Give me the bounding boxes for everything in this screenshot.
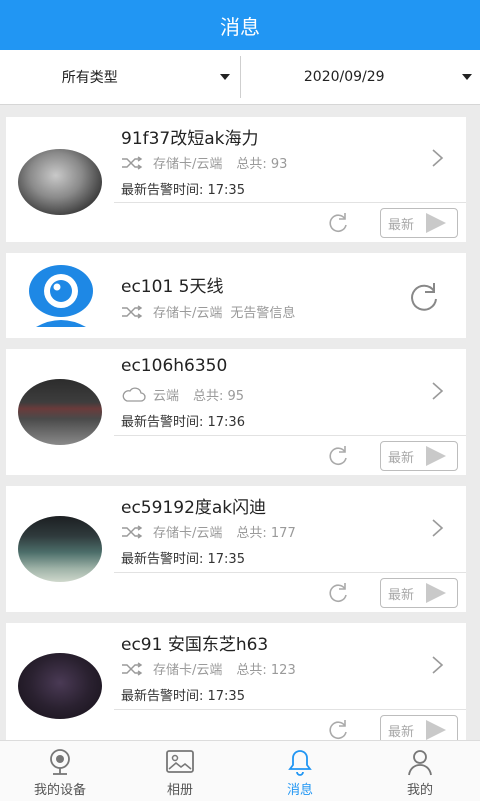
- shuffle-icon: [121, 156, 143, 170]
- device-name: ec59192度ak闪迪: [121, 493, 266, 518]
- no-alarm-label: 无告警信息: [230, 302, 295, 321]
- alarm-count-label: 总共: 177: [236, 522, 295, 541]
- refresh-icon[interactable]: [406, 279, 440, 313]
- latest-alarm-time: 最新告警时间: 17:36: [121, 411, 245, 430]
- tab-album[interactable]: 相册: [120, 741, 240, 801]
- divider: [114, 572, 466, 573]
- device-snapshot-thumbnail: [18, 379, 102, 445]
- device-card[interactable]: ec101 5天线 存储卡/云端 无告警信息: [6, 253, 466, 338]
- play-icon: [426, 720, 446, 740]
- alarm-count-label: 总共: 123: [236, 659, 295, 678]
- device-card[interactable]: 91f37改短ak海力 存储卡/云端 总共: 93 最新告警时间: 17:35 …: [6, 117, 466, 242]
- latest-alarm-time: 最新告警时间: 17:35: [121, 548, 245, 567]
- device-card[interactable]: ec91 安国东芝h63 存储卡/云端 总共: 123 最新告警时间: 17:3…: [6, 623, 466, 740]
- refresh-icon[interactable]: [326, 210, 350, 234]
- device-snapshot-thumbnail: [18, 653, 102, 719]
- bell-icon: [285, 748, 315, 776]
- device-message-list: 91f37改短ak海力 存储卡/云端 总共: 93 最新告警时间: 17:35 …: [0, 105, 480, 740]
- latest-play-button[interactable]: 最新: [380, 208, 458, 238]
- tab-label: 相册: [167, 779, 193, 798]
- tab-label: 我的设备: [34, 779, 86, 798]
- alarm-count-label: 总共: 95: [193, 385, 244, 404]
- app-header: 消息: [0, 0, 480, 50]
- storage-type-label: 存储卡/云端: [153, 153, 222, 172]
- camera-icon: [45, 748, 75, 776]
- device-snapshot-thumbnail: [18, 516, 102, 582]
- date-filter-dropdown[interactable]: 2020/09/29: [241, 50, 480, 104]
- play-icon: [426, 213, 446, 233]
- storage-type-label: 存储卡/云端: [153, 302, 222, 321]
- chevron-right-icon[interactable]: [430, 518, 446, 538]
- alarm-count-label: 总共: 93: [236, 153, 287, 172]
- latest-play-button[interactable]: 最新: [380, 715, 458, 740]
- storage-type-label: 存储卡/云端: [153, 522, 222, 541]
- latest-play-button[interactable]: 最新: [380, 578, 458, 608]
- storage-type-label: 存储卡/云端: [153, 659, 222, 678]
- bottom-tab-bar: 我的设备 相册 消息 我的: [0, 740, 480, 801]
- latest-label: 最新: [388, 721, 414, 740]
- latest-label: 最新: [388, 447, 414, 466]
- latest-play-button[interactable]: 最新: [380, 441, 458, 471]
- chevron-right-icon[interactable]: [430, 655, 446, 675]
- device-card[interactable]: ec59192度ak闪迪 存储卡/云端 总共: 177 最新告警时间: 17:3…: [6, 486, 466, 612]
- refresh-icon[interactable]: [326, 717, 350, 740]
- dropdown-arrow-icon: [462, 74, 472, 80]
- storage-type-label: 云端: [153, 385, 179, 404]
- latest-alarm-time: 最新告警时间: 17:35: [121, 179, 245, 198]
- tab-label: 我的: [407, 779, 433, 798]
- page-title: 消息: [220, 11, 260, 40]
- chevron-right-icon[interactable]: [430, 381, 446, 401]
- device-snapshot-thumbnail: [18, 149, 102, 215]
- device-meta: 云端 总共: 95: [121, 385, 244, 404]
- tab-label: 消息: [287, 779, 313, 798]
- photo-icon: [165, 748, 195, 776]
- camera-logo-icon: [26, 261, 96, 331]
- latest-label: 最新: [388, 214, 414, 233]
- cloud-icon: [121, 387, 147, 403]
- device-meta: 存储卡/云端 总共: 93: [121, 153, 287, 172]
- latest-label: 最新: [388, 584, 414, 603]
- chevron-right-icon[interactable]: [430, 148, 446, 168]
- dropdown-arrow-icon: [220, 74, 230, 80]
- refresh-icon[interactable]: [326, 443, 350, 467]
- type-filter-label: 所有类型: [62, 67, 118, 87]
- device-name: 91f37改短ak海力: [121, 124, 259, 149]
- divider: [114, 709, 466, 710]
- refresh-icon[interactable]: [326, 580, 350, 604]
- play-icon: [426, 446, 446, 466]
- tab-profile[interactable]: 我的: [360, 741, 480, 801]
- device-meta: 存储卡/云端 无告警信息: [121, 302, 295, 321]
- device-meta: 存储卡/云端 总共: 177: [121, 522, 296, 541]
- tab-my-devices[interactable]: 我的设备: [0, 741, 120, 801]
- type-filter-dropdown[interactable]: 所有类型: [0, 50, 240, 104]
- latest-alarm-time: 最新告警时间: 17:35: [121, 685, 245, 704]
- device-name: ec91 安国东芝h63: [121, 630, 268, 655]
- filter-bar: 所有类型 2020/09/29: [0, 50, 480, 105]
- divider: [114, 435, 466, 436]
- device-name: ec101 5天线: [121, 272, 223, 297]
- shuffle-icon: [121, 662, 143, 676]
- shuffle-icon: [121, 305, 143, 319]
- tab-messages[interactable]: 消息: [240, 741, 360, 801]
- date-filter-label: 2020/09/29: [304, 69, 385, 85]
- device-card[interactable]: ec106h6350 云端 总共: 95 最新告警时间: 17:36 最新: [6, 349, 466, 475]
- shuffle-icon: [121, 525, 143, 539]
- person-icon: [405, 748, 435, 776]
- play-icon: [426, 583, 446, 603]
- device-name: ec106h6350: [121, 356, 227, 376]
- divider: [114, 202, 466, 203]
- device-meta: 存储卡/云端 总共: 123: [121, 659, 296, 678]
